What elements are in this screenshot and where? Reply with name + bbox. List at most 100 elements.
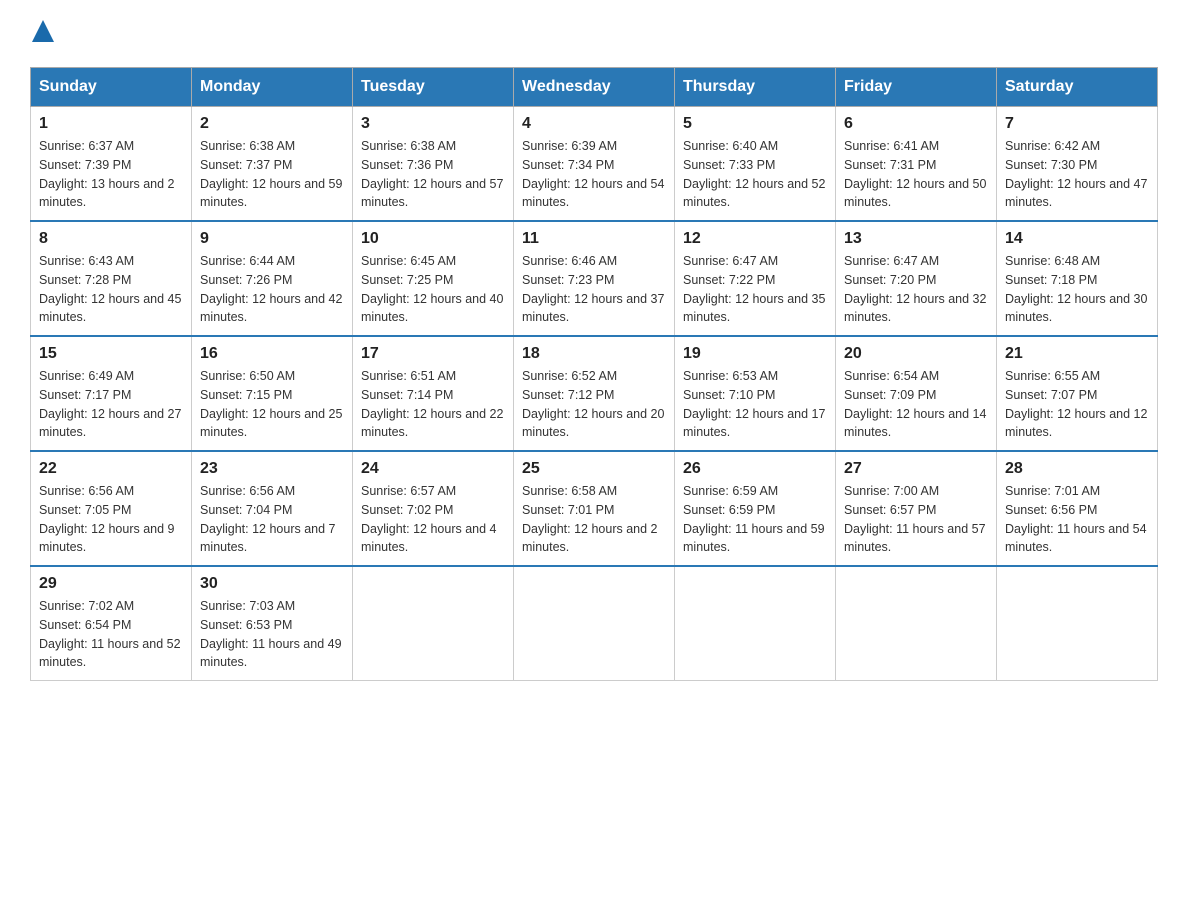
day-info: Sunrise: 6:56 AMSunset: 7:05 PMDaylight:…: [39, 482, 183, 557]
calendar-cell: 18 Sunrise: 6:52 AMSunset: 7:12 PMDaylig…: [514, 336, 675, 451]
day-info: Sunrise: 7:00 AMSunset: 6:57 PMDaylight:…: [844, 482, 988, 557]
calendar-header-thursday: Thursday: [675, 68, 836, 107]
day-info: Sunrise: 6:37 AMSunset: 7:39 PMDaylight:…: [39, 137, 183, 212]
calendar-cell: 9 Sunrise: 6:44 AMSunset: 7:26 PMDayligh…: [192, 221, 353, 336]
calendar-header-monday: Monday: [192, 68, 353, 107]
calendar-cell: 1 Sunrise: 6:37 AMSunset: 7:39 PMDayligh…: [31, 107, 192, 222]
calendar-cell: 4 Sunrise: 6:39 AMSunset: 7:34 PMDayligh…: [514, 107, 675, 222]
calendar-week-row: 1 Sunrise: 6:37 AMSunset: 7:39 PMDayligh…: [31, 107, 1158, 222]
day-info: Sunrise: 6:49 AMSunset: 7:17 PMDaylight:…: [39, 367, 183, 442]
day-number: 17: [361, 345, 505, 363]
calendar-header-tuesday: Tuesday: [353, 68, 514, 107]
day-info: Sunrise: 6:40 AMSunset: 7:33 PMDaylight:…: [683, 137, 827, 212]
day-info: Sunrise: 6:39 AMSunset: 7:34 PMDaylight:…: [522, 137, 666, 212]
day-info: Sunrise: 6:48 AMSunset: 7:18 PMDaylight:…: [1005, 252, 1149, 327]
day-number: 9: [200, 230, 344, 248]
day-number: 20: [844, 345, 988, 363]
calendar-cell: [514, 566, 675, 681]
calendar-cell: 28 Sunrise: 7:01 AMSunset: 6:56 PMDaylig…: [997, 451, 1158, 566]
day-info: Sunrise: 6:44 AMSunset: 7:26 PMDaylight:…: [200, 252, 344, 327]
day-number: 12: [683, 230, 827, 248]
calendar-cell: 27 Sunrise: 7:00 AMSunset: 6:57 PMDaylig…: [836, 451, 997, 566]
calendar-header-sunday: Sunday: [31, 68, 192, 107]
day-number: 8: [39, 230, 183, 248]
day-info: Sunrise: 6:52 AMSunset: 7:12 PMDaylight:…: [522, 367, 666, 442]
day-number: 6: [844, 115, 988, 133]
calendar-cell: 8 Sunrise: 6:43 AMSunset: 7:28 PMDayligh…: [31, 221, 192, 336]
calendar-cell: 16 Sunrise: 6:50 AMSunset: 7:15 PMDaylig…: [192, 336, 353, 451]
day-info: Sunrise: 6:55 AMSunset: 7:07 PMDaylight:…: [1005, 367, 1149, 442]
calendar-header-friday: Friday: [836, 68, 997, 107]
day-number: 24: [361, 460, 505, 478]
day-info: Sunrise: 6:42 AMSunset: 7:30 PMDaylight:…: [1005, 137, 1149, 212]
day-number: 3: [361, 115, 505, 133]
day-number: 4: [522, 115, 666, 133]
day-number: 19: [683, 345, 827, 363]
day-number: 21: [1005, 345, 1149, 363]
day-number: 23: [200, 460, 344, 478]
calendar-week-row: 22 Sunrise: 6:56 AMSunset: 7:05 PMDaylig…: [31, 451, 1158, 566]
day-info: Sunrise: 6:47 AMSunset: 7:22 PMDaylight:…: [683, 252, 827, 327]
day-number: 13: [844, 230, 988, 248]
day-info: Sunrise: 6:59 AMSunset: 6:59 PMDaylight:…: [683, 482, 827, 557]
day-number: 1: [39, 115, 183, 133]
day-info: Sunrise: 6:46 AMSunset: 7:23 PMDaylight:…: [522, 252, 666, 327]
calendar-cell: 25 Sunrise: 6:58 AMSunset: 7:01 PMDaylig…: [514, 451, 675, 566]
day-info: Sunrise: 6:54 AMSunset: 7:09 PMDaylight:…: [844, 367, 988, 442]
calendar-cell: 2 Sunrise: 6:38 AMSunset: 7:37 PMDayligh…: [192, 107, 353, 222]
page-header: [30, 20, 1158, 47]
day-info: Sunrise: 6:56 AMSunset: 7:04 PMDaylight:…: [200, 482, 344, 557]
day-number: 10: [361, 230, 505, 248]
day-info: Sunrise: 6:45 AMSunset: 7:25 PMDaylight:…: [361, 252, 505, 327]
day-number: 16: [200, 345, 344, 363]
calendar-cell: 11 Sunrise: 6:46 AMSunset: 7:23 PMDaylig…: [514, 221, 675, 336]
calendar-week-row: 8 Sunrise: 6:43 AMSunset: 7:28 PMDayligh…: [31, 221, 1158, 336]
calendar-week-row: 15 Sunrise: 6:49 AMSunset: 7:17 PMDaylig…: [31, 336, 1158, 451]
day-info: Sunrise: 6:43 AMSunset: 7:28 PMDaylight:…: [39, 252, 183, 327]
day-info: Sunrise: 6:41 AMSunset: 7:31 PMDaylight:…: [844, 137, 988, 212]
calendar-cell: 5 Sunrise: 6:40 AMSunset: 7:33 PMDayligh…: [675, 107, 836, 222]
calendar-cell: [836, 566, 997, 681]
calendar-cell: 7 Sunrise: 6:42 AMSunset: 7:30 PMDayligh…: [997, 107, 1158, 222]
calendar-cell: 23 Sunrise: 6:56 AMSunset: 7:04 PMDaylig…: [192, 451, 353, 566]
calendar-header-wednesday: Wednesday: [514, 68, 675, 107]
day-number: 14: [1005, 230, 1149, 248]
calendar-cell: 20 Sunrise: 6:54 AMSunset: 7:09 PMDaylig…: [836, 336, 997, 451]
calendar-cell: 13 Sunrise: 6:47 AMSunset: 7:20 PMDaylig…: [836, 221, 997, 336]
day-info: Sunrise: 7:02 AMSunset: 6:54 PMDaylight:…: [39, 597, 183, 672]
day-info: Sunrise: 7:01 AMSunset: 6:56 PMDaylight:…: [1005, 482, 1149, 557]
day-number: 7: [1005, 115, 1149, 133]
calendar-cell: 14 Sunrise: 6:48 AMSunset: 7:18 PMDaylig…: [997, 221, 1158, 336]
calendar-cell: 3 Sunrise: 6:38 AMSunset: 7:36 PMDayligh…: [353, 107, 514, 222]
day-info: Sunrise: 6:38 AMSunset: 7:37 PMDaylight:…: [200, 137, 344, 212]
calendar-header-saturday: Saturday: [997, 68, 1158, 107]
day-info: Sunrise: 6:50 AMSunset: 7:15 PMDaylight:…: [200, 367, 344, 442]
calendar-table: SundayMondayTuesdayWednesdayThursdayFrid…: [30, 67, 1158, 681]
calendar-cell: 26 Sunrise: 6:59 AMSunset: 6:59 PMDaylig…: [675, 451, 836, 566]
day-info: Sunrise: 6:38 AMSunset: 7:36 PMDaylight:…: [361, 137, 505, 212]
calendar-cell: 12 Sunrise: 6:47 AMSunset: 7:22 PMDaylig…: [675, 221, 836, 336]
calendar-header-row: SundayMondayTuesdayWednesdayThursdayFrid…: [31, 68, 1158, 107]
calendar-cell: 10 Sunrise: 6:45 AMSunset: 7:25 PMDaylig…: [353, 221, 514, 336]
day-info: Sunrise: 7:03 AMSunset: 6:53 PMDaylight:…: [200, 597, 344, 672]
calendar-cell: 24 Sunrise: 6:57 AMSunset: 7:02 PMDaylig…: [353, 451, 514, 566]
calendar-cell: 30 Sunrise: 7:03 AMSunset: 6:53 PMDaylig…: [192, 566, 353, 681]
calendar-cell: 22 Sunrise: 6:56 AMSunset: 7:05 PMDaylig…: [31, 451, 192, 566]
calendar-week-row: 29 Sunrise: 7:02 AMSunset: 6:54 PMDaylig…: [31, 566, 1158, 681]
day-number: 27: [844, 460, 988, 478]
logo: [30, 20, 54, 47]
day-number: 29: [39, 575, 183, 593]
day-info: Sunrise: 6:53 AMSunset: 7:10 PMDaylight:…: [683, 367, 827, 442]
day-number: 26: [683, 460, 827, 478]
day-number: 30: [200, 575, 344, 593]
day-number: 5: [683, 115, 827, 133]
calendar-cell: 29 Sunrise: 7:02 AMSunset: 6:54 PMDaylig…: [31, 566, 192, 681]
calendar-cell: [353, 566, 514, 681]
calendar-cell: 15 Sunrise: 6:49 AMSunset: 7:17 PMDaylig…: [31, 336, 192, 451]
day-number: 22: [39, 460, 183, 478]
day-number: 11: [522, 230, 666, 248]
calendar-cell: 17 Sunrise: 6:51 AMSunset: 7:14 PMDaylig…: [353, 336, 514, 451]
logo-icon: [30, 20, 54, 42]
day-number: 28: [1005, 460, 1149, 478]
calendar-cell: 19 Sunrise: 6:53 AMSunset: 7:10 PMDaylig…: [675, 336, 836, 451]
